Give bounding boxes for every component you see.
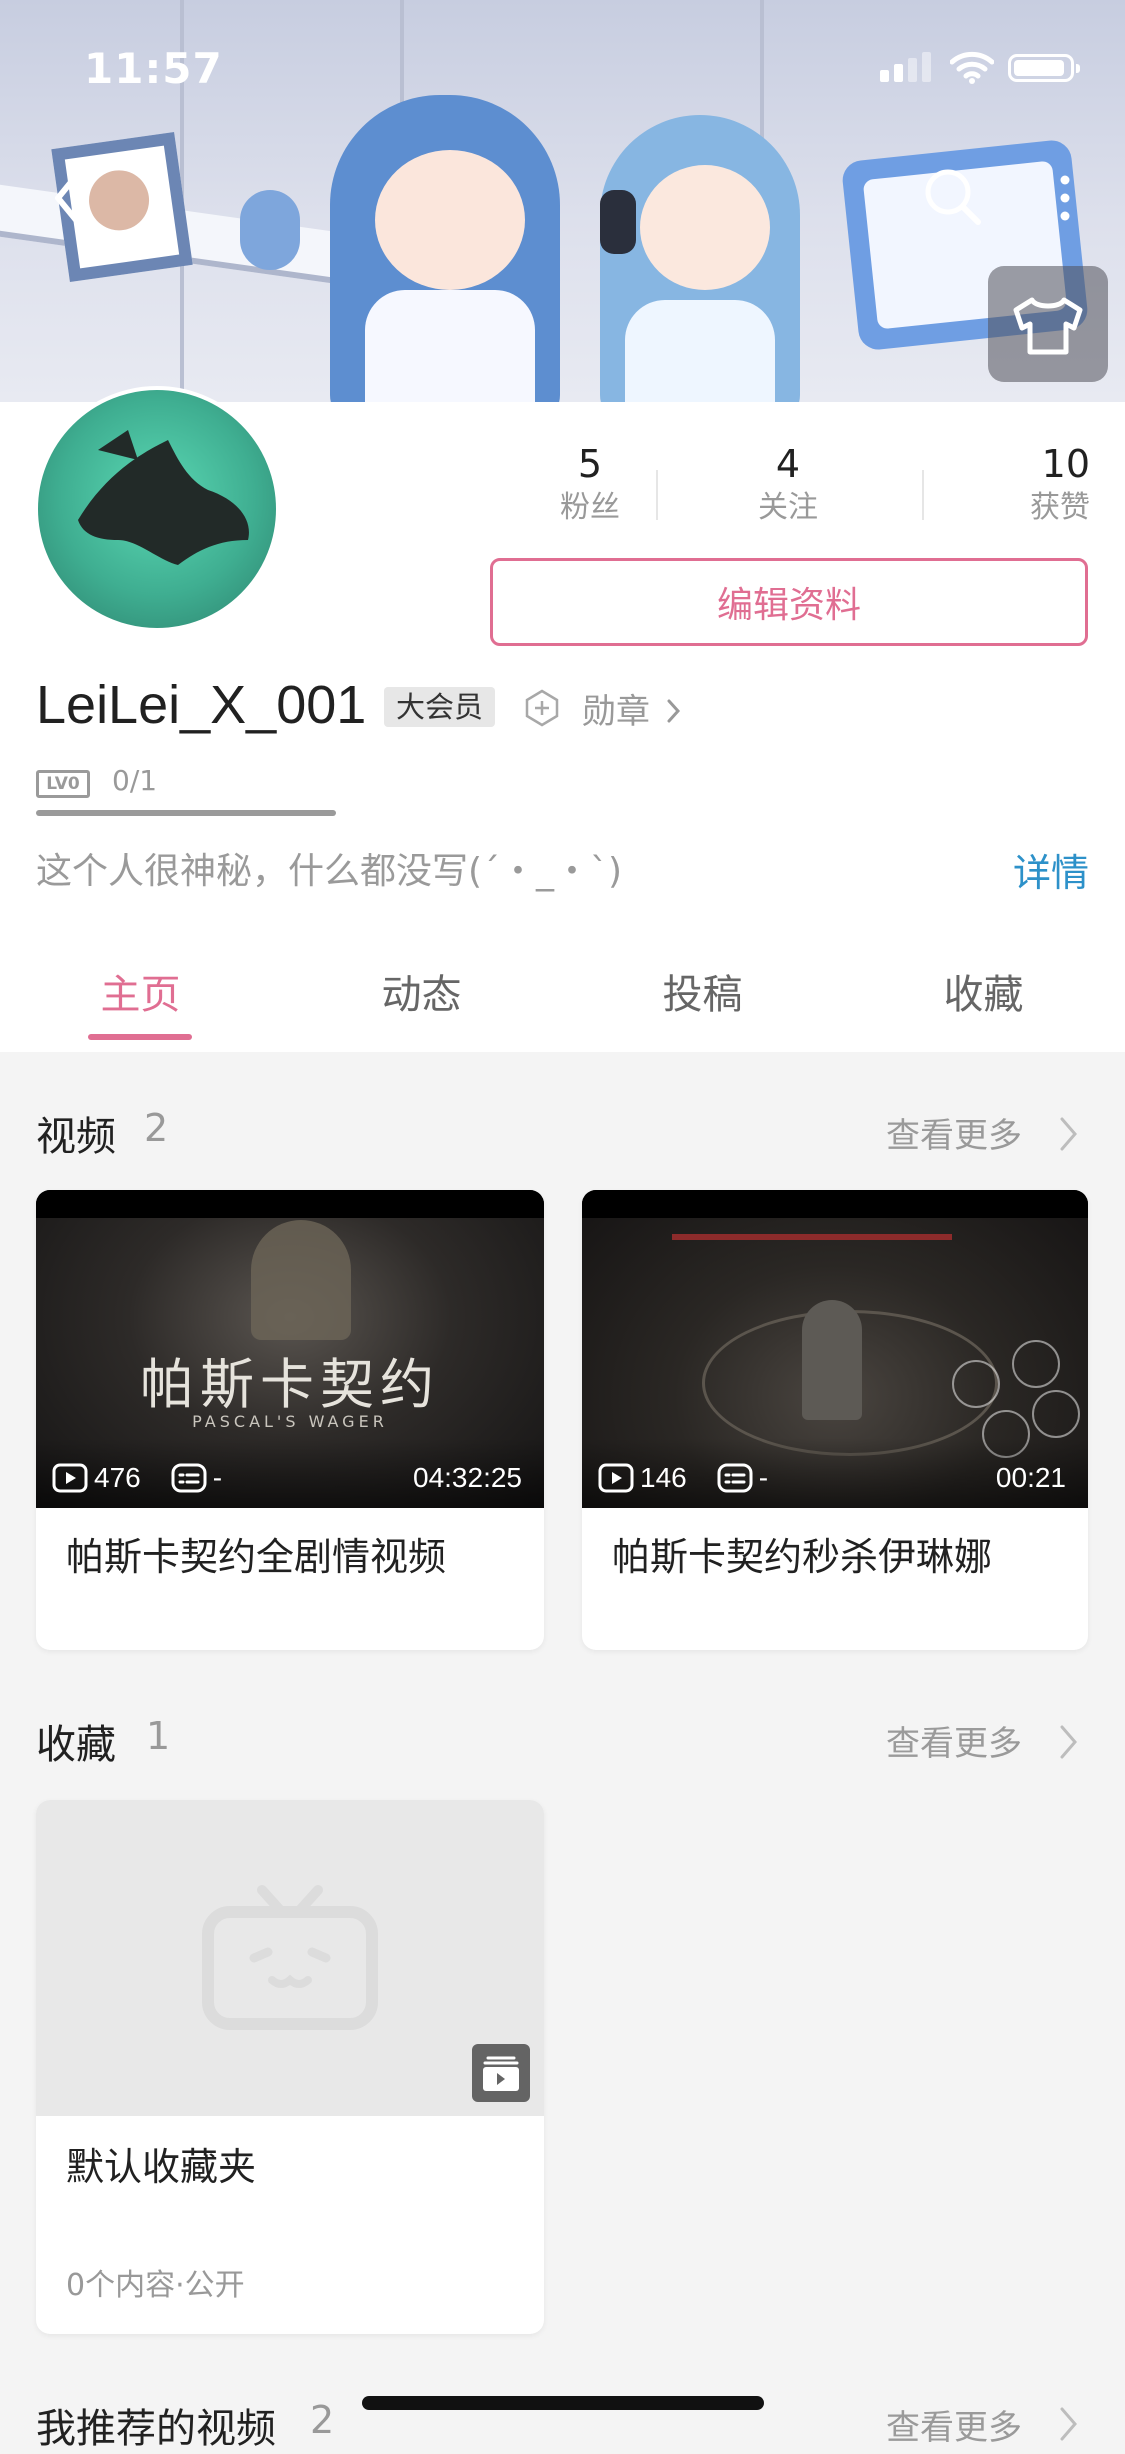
video-card[interactable]: 146 - 00:21 帕斯卡契约秒杀伊琳娜 (582, 1190, 1088, 1650)
avatar[interactable] (34, 386, 280, 632)
tab-indicator (88, 1034, 192, 1040)
thumbnail-subtitle: PASCAL'S WAGER (192, 1412, 388, 1431)
video-title: 帕斯卡契约全剧情视频 (66, 1535, 447, 1579)
medal-link[interactable]: 勋章 (582, 684, 683, 733)
tab-home[interactable]: 主页 (0, 962, 281, 1020)
thumb-bar (36, 1190, 544, 1218)
thumbnail-title: 帕斯卡契约 (140, 1353, 440, 1416)
danmaku-count: - (212, 1462, 223, 1493)
danmaku-count: - (758, 1462, 769, 1493)
stat-label: 获赞 (1030, 490, 1090, 525)
medal-label: 勋章 (582, 692, 650, 732)
video-thumbnail: 帕斯卡契约 PASCAL'S WAGER 476 - 04:32:25 (36, 1190, 544, 1508)
video-meta: 146 - (598, 1462, 768, 1494)
edit-profile-button[interactable]: 编辑资料 (490, 558, 1088, 646)
stat-fans[interactable]: 5 粉丝 (490, 440, 690, 528)
stat-label: 关注 (758, 490, 818, 525)
cellular-signal-icon (880, 52, 931, 82)
stat-likes[interactable]: 10 获赞 (956, 440, 1090, 528)
video-title: 帕斯卡契约秒杀伊琳娜 (612, 1535, 993, 1579)
stat-label: 粉丝 (560, 490, 620, 525)
collection-icon (483, 2056, 519, 2091)
section-count-videos: 2 (144, 1106, 169, 1150)
back-icon[interactable] (44, 168, 92, 228)
play-count: 146 (640, 1462, 687, 1493)
stats-row: 5 粉丝 4 关注 10 获赞 (490, 440, 1090, 540)
section-title-videos: 视频 (36, 1114, 116, 1160)
video-thumbnail: 146 - 00:21 (582, 1190, 1088, 1508)
see-more-recommended[interactable]: 查看更多 (886, 2400, 1022, 2449)
divider (922, 470, 924, 520)
banner-character (375, 150, 525, 290)
danmaku-icon (171, 1463, 207, 1493)
thumbnail-art (672, 1234, 952, 1240)
section-title-favorites: 收藏 (36, 1722, 116, 1768)
avatar-image (78, 430, 249, 565)
battery-icon (1008, 54, 1080, 82)
play-count: 476 (94, 1462, 141, 1493)
see-more-videos[interactable]: 查看更多 (886, 1108, 1022, 1157)
collection-badge (472, 2044, 530, 2102)
bio-text: 这个人很神秘，什么都没写(´・_・`) (36, 851, 623, 892)
divider (656, 470, 658, 520)
thumbnail-art (1032, 1390, 1080, 1438)
dress-up-icon (1013, 297, 1083, 355)
chevron-right-icon[interactable] (1058, 1114, 1080, 1154)
video-card[interactable]: 帕斯卡契约 PASCAL'S WAGER 476 - 04:32:25 帕斯卡契… (36, 1190, 544, 1650)
chevron-right-icon (667, 699, 680, 723)
home-indicator[interactable] (362, 2396, 764, 2410)
level-badge: LV0 (36, 770, 90, 798)
see-more-favorites[interactable]: 查看更多 (886, 1716, 1022, 1765)
status-bar: 11:57 (0, 0, 1125, 132)
tab-submissions[interactable]: 投稿 (562, 962, 843, 1020)
chevron-right-icon[interactable] (1058, 2404, 1080, 2444)
thumbnail-art (1012, 1340, 1060, 1388)
detail-link[interactable]: 详情 (1013, 842, 1089, 897)
wifi-icon (950, 51, 994, 84)
vip-badge[interactable]: 大会员 (384, 687, 496, 727)
stat-value: 4 (775, 442, 801, 486)
more-icon[interactable] (1050, 168, 1080, 228)
stat-value: 10 (1041, 442, 1090, 486)
chevron-right-icon[interactable] (1058, 1722, 1080, 1762)
tv-placeholder-icon (202, 1885, 378, 2030)
video-duration: 00:21 (995, 1462, 1066, 1493)
section-title-recommended: 我推荐的视频 (36, 2406, 276, 2452)
search-icon[interactable] (920, 164, 984, 228)
profile-section: 5 粉丝 4 关注 10 获赞 编辑资料 LeiLei_X_001 大会员 勋章… (0, 386, 1125, 1052)
banner-character (625, 300, 775, 402)
favorite-folder-card[interactable]: 默认收藏夹 0个内容·公开 (36, 1800, 544, 2334)
tab-favorites[interactable]: 收藏 (843, 962, 1124, 1020)
danmaku-icon (717, 1463, 753, 1493)
banner-character (365, 290, 535, 402)
thumbnail-art (952, 1360, 1000, 1408)
video-meta: 476 - (52, 1462, 222, 1494)
username: LeiLei_X_001 (36, 675, 367, 735)
play-count-icon (52, 1463, 88, 1493)
tab-dynamics[interactable]: 动态 (281, 962, 562, 1020)
stat-value: 5 (577, 442, 603, 486)
medal-icon[interactable] (522, 688, 562, 728)
thumbnail-art (251, 1220, 351, 1340)
level-progress-bar (36, 810, 336, 816)
video-duration: 04:32:25 (413, 1462, 522, 1493)
dress-up-button[interactable] (988, 266, 1108, 382)
stat-following[interactable]: 4 关注 (688, 440, 888, 528)
banner-art (240, 190, 300, 270)
thumb-bar (582, 1190, 1088, 1218)
section-count-recommended: 2 (310, 2398, 335, 2442)
banner-art (600, 190, 636, 254)
status-time: 11:57 (84, 44, 223, 93)
section-count-favorites: 1 (146, 1714, 171, 1758)
favorite-folder-title: 默认收藏夹 (66, 2145, 257, 2189)
favorite-folder-subtitle: 0个内容·公开 (66, 2268, 245, 2303)
level-progress-text: 0/1 (112, 764, 158, 797)
favorite-thumbnail (36, 1800, 544, 2116)
play-count-icon (598, 1463, 634, 1493)
thumbnail-art (802, 1300, 862, 1420)
banner-character (640, 165, 770, 290)
